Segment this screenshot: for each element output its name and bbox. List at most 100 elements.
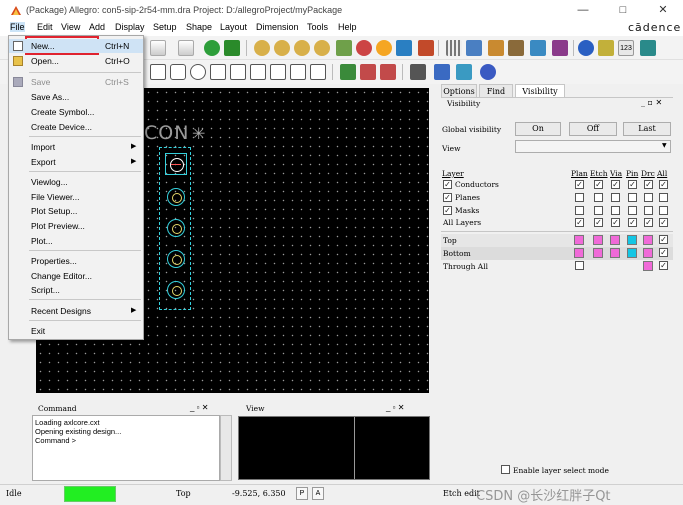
- conductors-pin-checkbox[interactable]: ✓: [628, 180, 637, 189]
- menu-edit[interactable]: Edit: [37, 22, 53, 32]
- camera-icon[interactable]: [410, 64, 426, 80]
- masks-checkbox[interactable]: ✓: [443, 206, 452, 215]
- color-dialog-icon[interactable]: [488, 40, 504, 56]
- top-etch-swatch[interactable]: [593, 235, 603, 245]
- rect-shape-icon[interactable]: [150, 64, 166, 80]
- absolute-button[interactable]: A: [312, 487, 324, 500]
- menu-item-script[interactable]: Script...: [9, 283, 143, 297]
- menu-item-export[interactable]: Export ▶: [9, 155, 143, 169]
- masks-plan-checkbox[interactable]: [575, 206, 584, 215]
- all-layers-drc-checkbox[interactable]: ✓: [644, 218, 653, 227]
- conductors-all-checkbox[interactable]: ✓: [659, 180, 668, 189]
- command-scrollbar[interactable]: [220, 415, 232, 481]
- menu-help[interactable]: Help: [338, 22, 357, 32]
- pin-4-pad[interactable]: [167, 250, 185, 268]
- menu-item-open[interactable]: Open... Ctrl+O: [9, 54, 143, 68]
- undo-icon[interactable]: [150, 40, 166, 56]
- void-circle-icon[interactable]: [270, 64, 286, 80]
- menu-item-plot-setup[interactable]: Plot Setup...: [9, 204, 143, 218]
- world-view-canvas[interactable]: [238, 416, 430, 480]
- menu-setup[interactable]: Setup: [153, 22, 177, 32]
- masks-via-checkbox[interactable]: [611, 206, 620, 215]
- menu-item-properties[interactable]: Properties...: [9, 254, 143, 268]
- bottom-etch-swatch[interactable]: [593, 248, 603, 258]
- menu-item-change-editor[interactable]: Change Editor...: [9, 269, 143, 283]
- top-all-checkbox[interactable]: ✓: [659, 235, 668, 244]
- menu-shape[interactable]: Shape: [186, 22, 212, 32]
- layers-icon[interactable]: [466, 40, 482, 56]
- top-via-swatch[interactable]: [610, 235, 620, 245]
- menu-display[interactable]: Display: [115, 22, 145, 32]
- all-layers-etch-checkbox[interactable]: ✓: [594, 218, 603, 227]
- tab-find[interactable]: Find: [479, 84, 513, 97]
- void-shape-icon[interactable]: [250, 64, 266, 80]
- bottom-drc-swatch[interactable]: [643, 248, 653, 258]
- step-model-icon[interactable]: [434, 64, 450, 80]
- pin-3-pad[interactable]: [167, 219, 185, 237]
- zoom-in-icon[interactable]: [294, 40, 310, 56]
- menu-item-create-symbol[interactable]: Create Symbol...: [9, 105, 143, 119]
- info-icon[interactable]: [578, 40, 594, 56]
- bottom-plan-swatch[interactable]: [574, 248, 584, 258]
- visibility-icon[interactable]: [530, 40, 546, 56]
- panel-window-controls[interactable]: _ ▫ ✕: [641, 98, 662, 107]
- menu-item-plot-preview[interactable]: Plot Preview...: [9, 219, 143, 233]
- menu-item-viewlog[interactable]: Viewlog...: [9, 175, 143, 189]
- menu-add[interactable]: Add: [89, 22, 105, 32]
- command-log[interactable]: Loading axlcore.cxt Opening existing des…: [32, 415, 220, 481]
- planes-all-checkbox[interactable]: [659, 193, 668, 202]
- planes-plan-checkbox[interactable]: [575, 193, 584, 202]
- shadow-icon[interactable]: [508, 40, 524, 56]
- pin-icon[interactable]: [224, 40, 240, 56]
- measure-icon[interactable]: [598, 40, 614, 56]
- through-all-all-checkbox[interactable]: ✓: [659, 261, 668, 270]
- dim-angular-icon[interactable]: [380, 64, 396, 80]
- planes-drc-checkbox[interactable]: [644, 193, 653, 202]
- visibility-last-button[interactable]: Last: [623, 122, 671, 136]
- ratsnest-123-icon[interactable]: 123: [618, 40, 634, 56]
- menu-item-plot[interactable]: Plot...: [9, 234, 143, 248]
- masks-all-checkbox[interactable]: [659, 206, 668, 215]
- edit-boundary-icon[interactable]: [290, 64, 306, 80]
- conductors-checkbox[interactable]: ✓: [443, 180, 452, 189]
- minimize-button[interactable]: —: [563, 0, 603, 20]
- dimension-icon[interactable]: [340, 64, 356, 80]
- package-icon[interactable]: [456, 64, 472, 80]
- close-button[interactable]: ✕: [643, 0, 683, 20]
- shape-merge-icon[interactable]: [310, 64, 326, 80]
- pin-5-pad[interactable]: [167, 281, 185, 299]
- menu-item-create-device[interactable]: Create Device...: [9, 120, 143, 134]
- all-layers-pin-checkbox[interactable]: ✓: [628, 218, 637, 227]
- zoom-fit-icon[interactable]: [274, 40, 290, 56]
- maximize-button[interactable]: □: [603, 0, 643, 20]
- polygon-icon[interactable]: [230, 64, 246, 80]
- planes-pin-checkbox[interactable]: [628, 193, 637, 202]
- zoom-world-icon[interactable]: [336, 40, 352, 56]
- redo-icon[interactable]: [178, 40, 194, 56]
- menu-view[interactable]: View: [61, 22, 80, 32]
- planes-via-checkbox[interactable]: [611, 193, 620, 202]
- grid-icon[interactable]: [446, 40, 462, 56]
- view-pane-controls[interactable]: _ ▫ ✕: [386, 403, 404, 412]
- zoom-previous-icon[interactable]: [356, 40, 372, 56]
- command-pane-controls[interactable]: _ ▫ ✕: [190, 403, 208, 412]
- masks-pin-checkbox[interactable]: [628, 206, 637, 215]
- pin-2-pad[interactable]: [167, 188, 185, 206]
- menu-tools[interactable]: Tools: [307, 22, 328, 32]
- visibility-on-button[interactable]: On: [515, 122, 561, 136]
- enable-layer-select-checkbox[interactable]: [501, 465, 510, 474]
- tab-options[interactable]: Options: [441, 84, 477, 97]
- menu-item-save[interactable]: Save Ctrl+S: [9, 75, 143, 89]
- redraw-icon[interactable]: [376, 40, 392, 56]
- help-icon[interactable]: [480, 64, 496, 80]
- conductors-etch-checkbox[interactable]: ✓: [594, 180, 603, 189]
- conductors-drc-checkbox[interactable]: ✓: [644, 180, 653, 189]
- menu-item-new[interactable]: New... Ctrl+N: [9, 39, 143, 53]
- masks-etch-checkbox[interactable]: [594, 206, 603, 215]
- bottom-via-swatch[interactable]: [610, 248, 620, 258]
- 3d-view-icon[interactable]: [396, 40, 412, 56]
- rounded-rect-icon[interactable]: [170, 64, 186, 80]
- zoom-out-icon[interactable]: [314, 40, 330, 56]
- dim-linear-icon[interactable]: [360, 64, 376, 80]
- menu-file[interactable]: File: [10, 22, 25, 32]
